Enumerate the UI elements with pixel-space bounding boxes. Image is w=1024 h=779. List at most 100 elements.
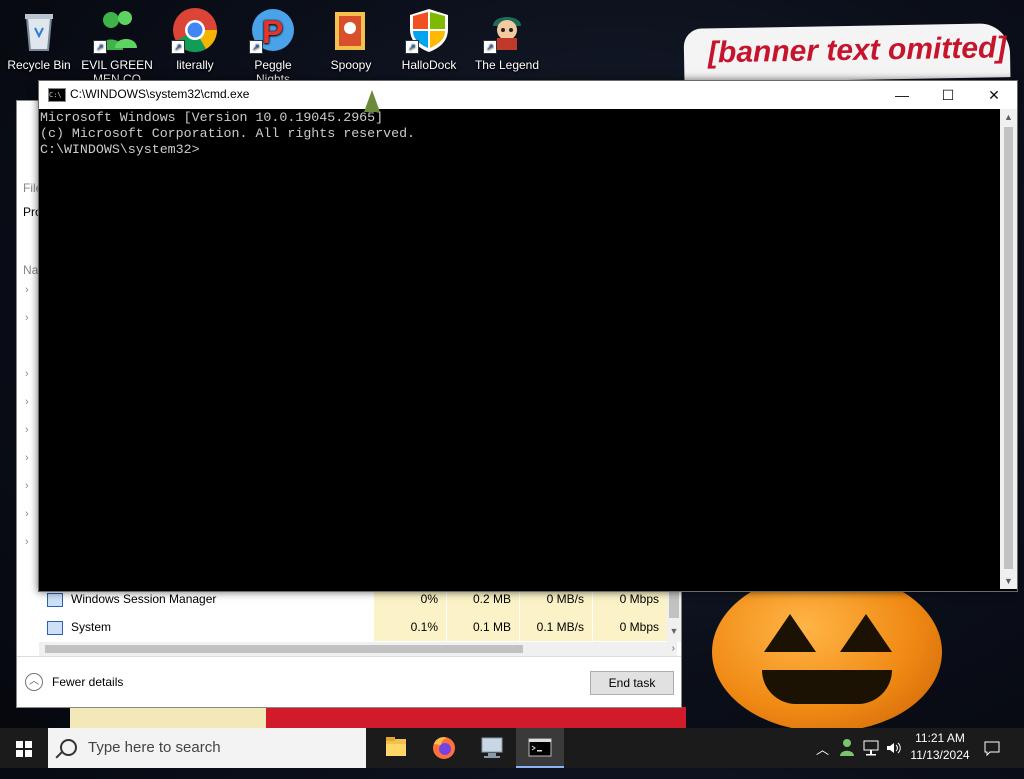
horizontal-scrollbar[interactable]: › [39,642,677,656]
maximize-button[interactable]: ☐ [925,81,971,109]
console-line: (c) Microsoft Corporation. All rights re… [40,126,416,141]
task-manager-left-edge: File Pro Na › › › › › › › › › [17,101,42,601]
console-output[interactable]: Microsoft Windows [Version 10.0.19045.29… [40,110,998,588]
start-button[interactable] [0,728,48,768]
desktop-icon-spoopy[interactable]: Spoopy [314,6,388,72]
cmd-vertical-scrollbar[interactable]: ▲ ▼ [1000,109,1017,589]
search-icon [60,739,77,756]
process-name: System [71,620,112,634]
desktop-banner: [banner text omitted] [683,23,1011,83]
column-fragment[interactable]: Na [23,263,38,277]
user-presence-icon[interactable] [838,736,856,776]
desktop-icon-the-legend[interactable]: ↗ The Legend [470,6,544,72]
wallpaper-strip [70,707,266,728]
desktop-icon-recycle-bin[interactable]: Recycle Bin [2,6,76,72]
pumpkin-wallpaper [712,572,942,732]
desktop-icon-label: literally [176,58,214,72]
cpu-cell: 0.1% [373,613,446,641]
pumpkin-eye-left [764,614,816,652]
computer-icon [481,737,503,758]
chevron-right-icon[interactable]: › [25,452,29,464]
wizard-cursor-icon [364,90,380,112]
notifications-icon[interactable] [983,739,1001,779]
chevron-right-icon[interactable]: › [25,284,29,296]
desktop-icon-label: HalloDock [401,58,457,72]
chevron-right-icon[interactable]: › [25,312,29,324]
svg-text:P: P [262,14,283,50]
chevron-up-icon[interactable]: ︿ [816,739,829,779]
banner-text: [banner text omitted] [707,31,1007,70]
end-task-button[interactable]: End task [590,671,674,695]
taskbar-file-explorer[interactable] [372,728,420,768]
folder-icon [386,737,406,756]
close-button[interactable]: ✕ [971,81,1017,109]
network-cell: 0 Mbps [592,613,667,641]
minimize-button[interactable]: — [879,81,925,109]
chevron-right-icon[interactable]: › [25,368,29,380]
chevron-right-icon[interactable]: › [25,424,29,436]
windows-shield-icon: ↗ [405,6,453,54]
cmd-title-bar[interactable]: C:\ C:\WINDOWS\system32\cmd.exe — ☐ ✕ [39,81,1017,109]
scroll-down-arrow-icon[interactable]: ▼ [1000,573,1017,589]
taskbar: Type here to search ︿ 11:21 AM 11/13/202… [0,728,1024,768]
desktop-icon-evil-green-men[interactable]: ↗ EVIL GREEN MEN CO [80,6,154,86]
green-men-icon: ↗ [93,6,141,54]
taskbar-clock[interactable]: 11:21 AM 11/13/2024 [898,730,982,764]
chevron-right-icon[interactable]: › [25,536,29,548]
peggle-icon: P ↗ [249,6,297,54]
taskbar-command-prompt[interactable] [516,728,564,768]
fewer-details-label: Fewer details [52,675,124,689]
fewer-details-link[interactable]: ︿ Fewer details [25,673,123,691]
task-manager-footer: ︿ Fewer details End task [17,656,681,708]
console-line: Microsoft Windows [Version 10.0.19045.29… [40,110,384,125]
desktop-icon-literally[interactable]: ↗ literally [158,6,232,72]
search-placeholder: Type here to search [88,739,221,756]
scrollbar-thumb[interactable] [1004,127,1013,569]
desktop-icon-label: Spoopy [330,58,372,72]
shortcut-arrow-icon: ↗ [93,40,107,54]
recycle-bin-icon [15,6,63,54]
process-icon [47,620,63,635]
cmd-window[interactable]: C:\ C:\WINDOWS\system32\cmd.exe — ☐ ✕ Mi… [38,80,1018,592]
disk-cell: 0.1 MB/s [519,613,592,641]
cmd-icon [528,738,552,757]
memory-cell: 0.1 MB [446,613,519,641]
network-icon[interactable] [862,739,880,779]
shortcut-arrow-icon: ↗ [171,40,185,54]
desktop-icon-peggle-nights[interactable]: P ↗ Peggle Nights [236,6,310,86]
scrollbar-thumb[interactable] [669,592,679,618]
chrome-icon: ↗ [171,6,219,54]
wallpaper-strip [266,707,686,728]
taskbar-firefox[interactable] [420,728,468,768]
clock-date: 11/13/2024 [910,748,970,762]
scroll-up-arrow-icon[interactable]: ▲ [1000,109,1017,125]
desktop-icon-hallodock[interactable]: ↗ HalloDock [392,6,466,72]
windows-logo-icon [16,741,23,748]
shortcut-arrow-icon: ↗ [483,40,497,54]
shortcut-arrow-icon: ↗ [405,40,419,54]
desktop-icon-label: Recycle Bin [7,58,71,72]
taskbar-search-box[interactable]: Type here to search [48,728,366,768]
pumpkin-eye-right [840,614,892,652]
clock-time: 11:21 AM [915,731,965,745]
chevron-up-icon: ︿ [25,673,43,691]
table-row[interactable]: System 0.1% 0.1 MB 0.1 MB/s 0 Mbps [39,613,689,641]
scroll-down-arrow-icon[interactable]: ▼ [667,626,681,636]
process-name: Windows Session Manager [71,592,217,606]
chevron-right-icon[interactable]: › [25,508,29,520]
chevron-right-icon[interactable]: › [25,396,29,408]
game-character-icon: ↗ [483,6,531,54]
shortcut-arrow-icon: ↗ [249,40,263,54]
cmd-app-icon: C:\ [48,88,66,102]
window-title: C:\WINDOWS\system32\cmd.exe [70,87,250,101]
taskbar-remote-desktop[interactable] [468,728,516,768]
process-icon [47,592,63,607]
chevron-right-icon[interactable]: › [25,480,29,492]
vertical-scrollbar[interactable]: ▼ [667,590,681,642]
desktop-icon-label: The Legend [474,58,540,72]
scroll-right-arrow-icon[interactable]: › [672,642,675,656]
scrollbar-thumb[interactable] [45,645,523,653]
console-prompt[interactable]: C:\WINDOWS\system32> [40,142,998,158]
pumpkin-mouth [762,670,892,704]
spoopy-folder-icon [327,6,375,54]
